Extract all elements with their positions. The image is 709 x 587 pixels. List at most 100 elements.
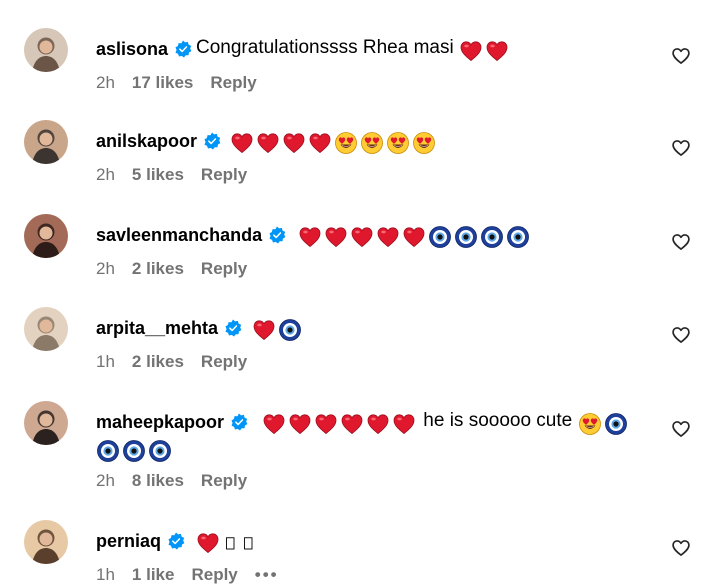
avatar[interactable] — [24, 28, 68, 72]
verified-badge-icon — [269, 226, 286, 244]
comment-timestamp: 1h — [96, 352, 115, 371]
reply-button[interactable]: Reply — [201, 259, 247, 279]
heart-emoji-icon — [315, 414, 337, 435]
evil-eye-emoji-icon — [481, 226, 503, 248]
avatar[interactable] — [24, 307, 68, 351]
comment-text: he is sooooo cute — [262, 408, 630, 438]
avatar[interactable] — [24, 120, 68, 164]
comment-text-line2 — [96, 435, 174, 465]
reply-button[interactable]: Reply — [201, 165, 247, 185]
emoji-group — [262, 412, 418, 438]
comment-text: Congratulationssss Rhea masi — [196, 35, 511, 65]
avatar[interactable] — [24, 401, 68, 445]
likes-count-link[interactable]: 2 likes — [132, 352, 184, 372]
verified-badge-icon — [225, 319, 242, 337]
comment-text — [230, 127, 438, 157]
heart-emoji-icon — [253, 320, 275, 341]
heart-outline-icon[interactable] — [671, 419, 691, 439]
comment-timestamp: 2h — [96, 165, 115, 184]
evil-eye-emoji-icon — [604, 413, 627, 435]
comment-meta: 2h 17 likes Reply — [96, 73, 274, 93]
reply-button[interactable]: Reply — [201, 471, 247, 491]
username-text: aslisona — [96, 39, 169, 59]
likes-count-link[interactable]: 2 likes — [132, 259, 184, 279]
comment-meta: 2h 5 likes Reply — [96, 165, 264, 185]
heart-emoji-icon — [289, 414, 311, 435]
more-options-icon[interactable]: ••• — [255, 565, 279, 585]
comment-body: he is sooooo cute — [423, 410, 573, 431]
comment-timestamp: 2h — [96, 73, 115, 92]
username-link[interactable]: maheepkapoor — [96, 411, 248, 433]
likes-count-link[interactable]: 5 likes — [132, 165, 184, 185]
username-link[interactable]: perniaq — [96, 530, 185, 552]
heart-emoji-icon — [341, 414, 363, 435]
heart-outline-icon[interactable] — [671, 138, 691, 158]
emoji-group — [252, 318, 304, 344]
comment-meta: 1h 1 like Reply ••• — [96, 565, 296, 585]
reply-button[interactable]: Reply — [210, 73, 256, 93]
evil-eye-emoji-icon — [149, 440, 171, 462]
heart-emoji-icon — [197, 533, 219, 554]
comment-meta: 2h 8 likes Reply — [96, 471, 264, 491]
emoji-group — [96, 439, 174, 465]
heart-emoji-icon — [460, 41, 482, 62]
heart-emoji-icon — [393, 414, 415, 435]
username-link[interactable]: aslisona — [96, 38, 192, 60]
likes-count-link[interactable]: 17 likes — [132, 73, 193, 93]
heart-emoji-icon — [325, 227, 347, 248]
comment-text — [298, 221, 532, 251]
heart-outline-icon[interactable] — [671, 538, 691, 558]
comment-body: Congratulationssss Rhea masi — [196, 37, 454, 58]
username-text: savleenmanchanda — [96, 225, 263, 245]
reply-button[interactable]: Reply — [201, 352, 247, 372]
heart-emoji-icon — [263, 414, 285, 435]
heart-outline-icon[interactable] — [671, 325, 691, 345]
heart-outline-icon[interactable] — [671, 232, 691, 252]
likes-count-link[interactable]: 8 likes — [132, 471, 184, 491]
evil-eye-emoji-icon — [455, 226, 477, 248]
heart-emoji-icon — [403, 227, 425, 248]
avatar[interactable] — [24, 520, 68, 564]
comments-list: aslisona Congratulationssss Rhea masi 2h 1… — [0, 0, 709, 587]
heart-emoji-icon — [257, 133, 279, 154]
username-link[interactable]: anilskapoor — [96, 130, 221, 152]
heart-emoji-icon — [367, 414, 389, 435]
username-link[interactable]: arpita__mehta — [96, 317, 242, 339]
verified-badge-icon — [204, 132, 221, 150]
heart-emoji-icon — [231, 133, 253, 154]
comment-timestamp: 1h — [96, 565, 115, 584]
comment-meta: 1h 2 likes Reply — [96, 352, 264, 372]
verified-badge-icon — [168, 532, 185, 550]
heart-eyes-emoji-icon — [578, 413, 601, 435]
username-link[interactable]: savleenmanchanda — [96, 224, 286, 246]
heart-eyes-emoji-icon — [361, 132, 383, 154]
heart-emoji-icon — [377, 227, 399, 248]
username-text: maheepkapoor — [96, 412, 225, 432]
heart-emoji-icon — [283, 133, 305, 154]
likes-count-link[interactable]: 1 like — [132, 565, 175, 585]
heart-outline-icon[interactable] — [671, 46, 691, 66]
evil-eye-emoji-icon — [123, 440, 145, 462]
avatar[interactable] — [24, 214, 68, 258]
emoji-group — [298, 225, 532, 251]
evil-eye-emoji-icon — [97, 440, 119, 462]
username-text: anilskapoor — [96, 131, 198, 151]
heart-emoji-icon — [299, 227, 321, 248]
comment-timestamp: 2h — [96, 471, 115, 490]
emoji-group — [459, 39, 511, 65]
comment-timestamp: 2h — [96, 259, 115, 278]
missing-glyph-emoji-icon — [244, 537, 253, 550]
heart-emoji-icon — [486, 41, 508, 62]
heart-eyes-emoji-icon — [413, 132, 435, 154]
emoji-group — [230, 131, 438, 157]
emoji-group — [196, 531, 258, 557]
reply-button[interactable]: Reply — [191, 565, 237, 585]
heart-emoji-icon — [309, 133, 331, 154]
username-text: arpita__mehta — [96, 318, 219, 338]
emoji-group — [578, 412, 630, 438]
verified-badge-icon — [231, 413, 248, 431]
comment-text — [196, 527, 258, 557]
evil-eye-emoji-icon — [507, 226, 529, 248]
missing-glyph-emoji-icon — [226, 537, 235, 550]
comment-text — [252, 314, 304, 344]
